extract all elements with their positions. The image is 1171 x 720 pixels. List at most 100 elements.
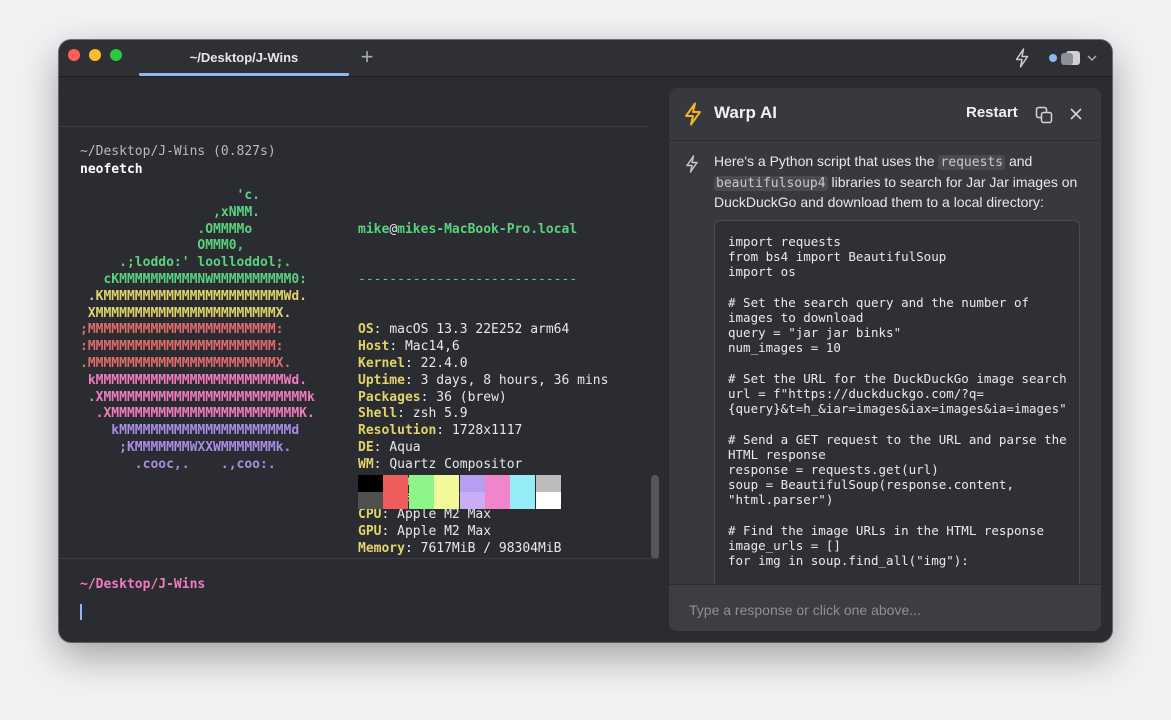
palette-swatch — [459, 475, 485, 492]
info-colon: : — [420, 389, 437, 405]
info-value: 1728x1117 — [451, 423, 523, 439]
scrollbar[interactable] — [651, 475, 659, 559]
palette-swatch — [358, 475, 383, 492]
new-tab-button[interactable]: + — [357, 45, 377, 69]
ascii-art-line: ;MMMMMMMMMMMMMMMMMMMMMMMM: — [80, 322, 284, 338]
info-key: Shell — [358, 406, 398, 422]
info-key: Packages — [358, 389, 421, 405]
palette-swatch — [484, 492, 510, 509]
ascii-art-line: :MMMMMMMMMMMMMMMMMMMMMMMM: — [80, 339, 284, 355]
apple-ascii-art: 'c. ,xNMM. .OMMMMo OMMM0, .;loddo:' lool… — [80, 188, 315, 474]
info-value: Quartz Compositor — [389, 456, 523, 472]
info-colon: : — [389, 339, 405, 355]
palette-swatch — [408, 492, 434, 509]
ascii-art-line: XMMMMMMMMMMMMMMMMMMMMMMMX. — [80, 305, 292, 321]
prompt-meta: ~/Desktop/J-Wins (0.827s) — [80, 144, 276, 159]
palette-swatch — [510, 492, 536, 509]
ascii-art-line: .XMMMMMMMMMMMMMMMMMMMMMMMMK. — [80, 406, 315, 422]
restart-button[interactable]: Restart — [966, 104, 1018, 121]
copy-icon[interactable] — [1035, 106, 1053, 124]
palette-swatch — [434, 475, 460, 492]
info-line: Memory: 7617MiB / 98304MiB — [358, 541, 608, 558]
info-value: macOS 13.3 22E252 arm64 — [389, 322, 570, 338]
command-text: neofetch — [80, 162, 143, 177]
separator-line: ---------------------------- — [358, 271, 578, 287]
warp-ai-panel: Warp AI Restart Here's a Python script t… — [669, 88, 1101, 631]
zoom-window-button[interactable] — [110, 49, 122, 61]
palette-swatch — [535, 475, 561, 492]
info-line: Kernel: 22.4.0 — [358, 356, 608, 373]
profile-icon[interactable] — [1060, 50, 1082, 66]
info-value: Aqua — [389, 439, 421, 455]
info-colon: : — [373, 439, 390, 455]
info-line: Resolution: 1728x1117 — [358, 423, 608, 440]
palette-swatch — [484, 475, 510, 492]
status-dot — [1049, 54, 1057, 62]
hostname: mikes-MacBook-Pro.local — [397, 221, 578, 237]
ascii-art-line: .KMMMMMMMMMMMMMMMMMMMMMMMWd. — [80, 288, 307, 304]
info-colon: : — [404, 540, 421, 556]
info-line: OS: macOS 13.3 22E252 arm64 — [358, 322, 608, 339]
info-colon: : — [397, 406, 413, 422]
info-value: Apple M2 Max — [397, 507, 492, 523]
info-line: DE: Aqua — [358, 440, 608, 457]
info-key: DE — [358, 439, 374, 455]
palette-swatch — [408, 475, 434, 492]
info-colon: : — [373, 322, 390, 338]
minimize-window-button[interactable] — [89, 49, 101, 61]
info-lines: OS: macOS 13.3 22E252 arm64 Host: Mac14,6… — [358, 322, 608, 557]
at-sign: @ — [389, 221, 398, 237]
info-key: Kernel — [358, 355, 405, 371]
info-colon: : — [404, 372, 421, 388]
info-colon: : — [381, 523, 398, 539]
info-value: Apple M2 Max — [397, 523, 492, 539]
info-line: Packages: 36 (brew) — [358, 390, 608, 407]
title-bar: ~/Desktop/J-Wins + — [59, 40, 1112, 77]
info-key: CPU — [358, 507, 382, 523]
info-line: Host: Mac14,6 — [358, 339, 608, 356]
info-line: Uptime: 3 days, 8 hours, 36 mins — [358, 373, 608, 390]
active-tab-indicator — [139, 73, 349, 76]
tab-desktop-jwins[interactable]: ~/Desktop/J-Wins — [139, 40, 349, 76]
input-divider — [59, 558, 659, 559]
info-value: Mac14,6 — [404, 339, 460, 355]
bolt-icon[interactable] — [1014, 48, 1030, 68]
code-content: import requests from bs4 import Beautifu… — [728, 234, 1067, 569]
palette-swatch — [358, 492, 383, 509]
palette-swatch — [510, 475, 536, 492]
info-value: 3 days, 8 hours, 36 mins — [420, 372, 609, 388]
warp-window: ~/Desktop/J-Wins + ~/Desktop/J-Wins (0.8… — [59, 40, 1112, 642]
ascii-art-line: OMMM0, — [80, 238, 245, 254]
ascii-art-line: cKMMMMMMMMMMNWMMMMMMMMMM0: — [80, 271, 307, 287]
info-key: OS — [358, 322, 374, 338]
bolt-icon — [686, 155, 698, 173]
info-colon: : — [381, 507, 398, 523]
message-text: Here's a Python script that uses the — [714, 153, 939, 169]
ascii-art-line: kMMMMMMMMMMMMMMMMMMMMMMd — [80, 423, 300, 439]
info-value: 36 (brew) — [436, 389, 507, 405]
system-info: mike@mikes-MacBook-Pro.local -----------… — [358, 188, 608, 591]
palette-swatch — [535, 492, 561, 509]
ascii-art-line: 'c. — [80, 188, 261, 203]
ai-input-area — [669, 584, 1101, 631]
ascii-art-line: ,xNMM. — [80, 204, 261, 220]
username: mike — [358, 221, 390, 237]
close-icon[interactable] — [1069, 107, 1083, 121]
palette-swatch — [383, 492, 409, 509]
inline-code-requests: requests — [938, 155, 1006, 170]
ascii-art-line: .OMMMMo — [80, 221, 253, 237]
chevron-down-icon[interactable] — [1086, 52, 1098, 64]
terminal-pane[interactable]: ~/Desktop/J-Wins (0.827s) neofetch 'c. ,… — [59, 77, 665, 642]
input-cursor[interactable] — [80, 604, 82, 620]
info-line: GPU: Apple M2 Max — [358, 524, 608, 541]
ai-response-input[interactable] — [687, 599, 1091, 621]
info-line: WM: Quartz Compositor — [358, 457, 608, 474]
ascii-art-line: .;loddo:' loolloddol;. — [80, 255, 292, 271]
close-window-button[interactable] — [68, 49, 80, 61]
ai-message: Here's a Python script that uses the req… — [714, 152, 1079, 213]
user-host-line: mike@mikes-MacBook-Pro.local — [358, 222, 608, 239]
ascii-art-line: .MMMMMMMMMMMMMMMMMMMMMMMMX. — [80, 355, 292, 371]
code-block[interactable]: import requests from bs4 import Beautifu… — [714, 220, 1080, 602]
info-colon: : — [404, 355, 421, 371]
info-key: WM — [358, 456, 374, 472]
